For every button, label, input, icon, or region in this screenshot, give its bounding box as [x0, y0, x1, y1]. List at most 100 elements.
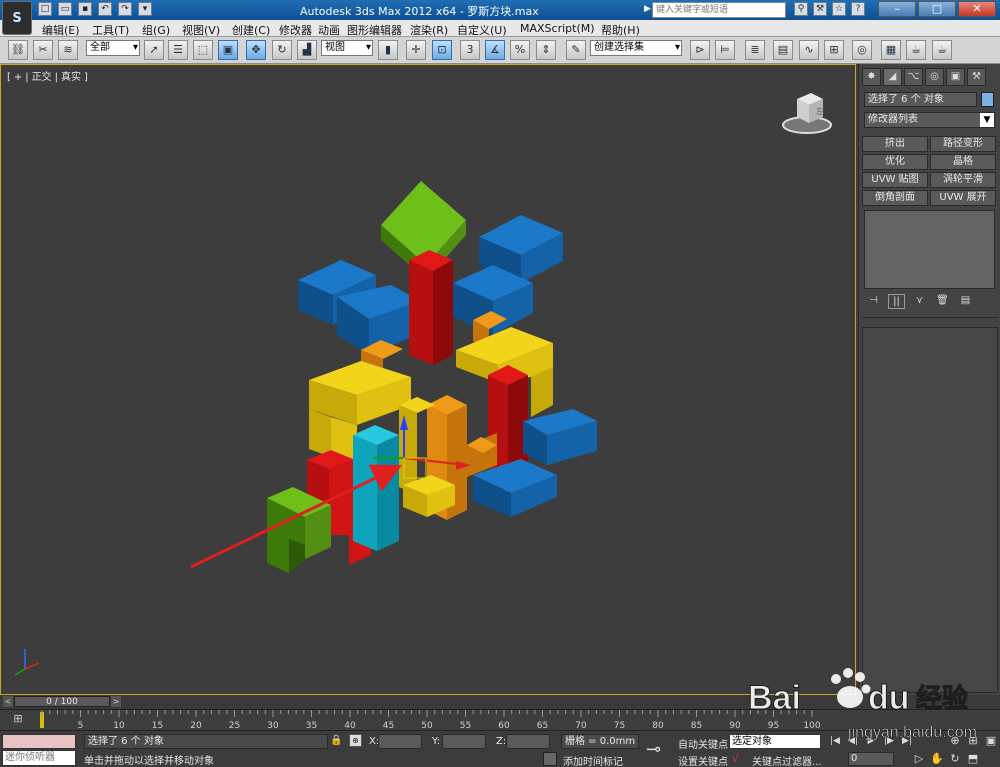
zoom-icon[interactable]: ⊕ — [948, 734, 962, 747]
track-ruler[interactable]: 5 10 15 20 25 30 35 40 45 50 55 60 65 70 75 80 85 90 95 100 — [40, 710, 820, 731]
new-file-icon[interactable]: □ — [38, 2, 52, 16]
uvw-map-button[interactable]: UVW 贴图 — [862, 172, 928, 188]
menu-animation[interactable]: 动画 — [318, 22, 340, 38]
star-icon[interactable]: ☆ — [832, 2, 846, 16]
time-next-arrow[interactable]: > — [111, 696, 121, 707]
set-key-button[interactable]: 设置关键点 — [678, 753, 728, 767]
maximize-button[interactable]: □ — [918, 1, 956, 17]
optimize-button[interactable]: 优化 — [862, 154, 928, 170]
save-file-icon[interactable]: ▪ — [78, 2, 92, 16]
make-unique-icon[interactable]: ⋎ — [911, 294, 928, 309]
menu-modifiers[interactable]: 修改器 — [279, 22, 312, 38]
window-crossing-icon[interactable]: ▣ — [218, 40, 238, 60]
menu-views[interactable]: 视图(V) — [182, 22, 220, 38]
previous-frame-icon[interactable]: ◀| — [846, 735, 860, 748]
open-file-icon[interactable]: ▭ — [58, 2, 72, 16]
current-frame-field[interactable]: 0 — [848, 752, 894, 766]
object-color-swatch[interactable] — [981, 92, 994, 107]
red-block-center[interactable] — [409, 250, 453, 365]
extrude-button[interactable]: 挤出 — [862, 136, 928, 152]
material-editor-icon[interactable]: ◎ — [852, 40, 872, 60]
snap-toggle-icon[interactable]: 3 — [460, 40, 480, 60]
unlink-icon[interactable]: ✂ — [33, 40, 53, 60]
unwrap-uvw-button[interactable]: UVW 展开 — [930, 190, 996, 206]
reference-coord-dropdown[interactable]: 视图 — [321, 40, 373, 56]
remove-modifier-icon[interactable]: 🗑 — [934, 294, 951, 309]
select-object-icon[interactable]: ➚ — [144, 40, 164, 60]
cyan-block[interactable] — [353, 425, 399, 551]
key-filter-icon[interactable]: √ — [732, 752, 739, 765]
menu-create[interactable]: 创建(C) — [232, 22, 270, 38]
track-bar[interactable]: ⊞ 5 10 15 20 25 30 35 40 45 50 55 60 65 70 75 80 85 90 95 1… — [0, 709, 1000, 731]
rect-selection-icon[interactable]: ⬚ — [193, 40, 213, 60]
close-button[interactable]: ✕ — [958, 1, 996, 17]
angle-snap-icon[interactable]: ∡ — [485, 40, 505, 60]
maxscript-listener-input[interactable]: 迷你侦听器 — [2, 750, 76, 766]
layer-manager-icon[interactable]: ≣ — [745, 40, 765, 60]
play-icon[interactable]: ▶ — [864, 735, 878, 748]
field-of-view-icon[interactable]: ▷ — [912, 752, 926, 765]
lattice-button[interactable]: 晶格 — [930, 154, 996, 170]
create-tab-icon[interactable]: ✸ — [862, 68, 881, 86]
menu-group[interactable]: 组(G) — [142, 22, 170, 38]
render-setup-icon[interactable]: ▦ — [881, 40, 901, 60]
menu-help[interactable]: 帮助(H) — [601, 22, 640, 38]
edit-named-selection-icon[interactable]: ✎ — [566, 40, 586, 60]
bind-space-warp-icon[interactable]: ≋ — [58, 40, 78, 60]
modifier-stack[interactable] — [864, 210, 995, 289]
bevel-profile-button[interactable]: 倒角剖面 — [862, 190, 928, 206]
menu-edit[interactable]: 编辑(E) — [42, 22, 80, 38]
path-deform-button[interactable]: 路径变形 — [930, 136, 996, 152]
display-tab-icon[interactable]: ▣ — [946, 68, 965, 86]
lock-selection-icon[interactable]: 🔒 — [330, 735, 342, 746]
time-slider[interactable]: < 0 / 100 > — [0, 695, 1000, 709]
maxscript-listener-output[interactable] — [2, 734, 76, 749]
graphite-ribbon-icon[interactable]: ▤ — [773, 40, 793, 60]
align-icon[interactable]: ⊨ — [715, 40, 735, 60]
select-by-name-icon[interactable]: ☰ — [168, 40, 188, 60]
search-expand-icon[interactable]: ▶ — [644, 4, 651, 14]
blue-block-upper-left[interactable] — [298, 260, 421, 355]
undo-icon[interactable]: ↶ — [98, 2, 112, 16]
viewport-label[interactable]: [+ | 正交 | 真实] — [7, 68, 91, 83]
maximize-viewport-icon[interactable]: ⬒ — [966, 752, 980, 765]
viewcube-icon[interactable]: 左 — [781, 89, 833, 135]
percent-snap-icon[interactable]: % — [510, 40, 530, 60]
scene-canvas[interactable] — [1, 65, 855, 694]
menu-customize[interactable]: 自定义(U) — [457, 22, 507, 38]
blue-block-upper-right[interactable] — [453, 215, 563, 335]
set-key-icon[interactable]: ⊸ — [646, 739, 661, 760]
schematic-view-icon[interactable]: ⊞ — [824, 40, 844, 60]
utilities-tab-icon[interactable]: ⚒ — [967, 68, 986, 86]
named-selection-dropdown[interactable]: 创建选择集 — [590, 40, 682, 56]
modify-tab-icon[interactable]: ◢ — [883, 68, 902, 86]
zoom-extents-icon[interactable]: ▣ — [984, 734, 998, 747]
go-to-start-icon[interactable]: |◀ — [828, 735, 842, 748]
motion-tab-icon[interactable]: ◎ — [925, 68, 944, 86]
turbosmooth-button[interactable]: 涡轮平滑 — [930, 172, 996, 188]
keyboard-shortcut-override-icon[interactable]: ⊡ — [432, 40, 452, 60]
tools-icon[interactable]: ⚒ — [813, 2, 827, 16]
go-to-end-icon[interactable]: ▶| — [900, 735, 914, 748]
hierarchy-tab-icon[interactable]: ⌥ — [904, 68, 923, 86]
orbit-icon[interactable]: ↻ — [948, 752, 962, 765]
menu-maxscript[interactable]: MAXScript(M) — [520, 22, 595, 35]
show-end-result-icon[interactable]: || — [888, 294, 905, 309]
next-frame-icon[interactable]: |▶ — [882, 735, 896, 748]
configure-sets-icon[interactable]: ▤ — [957, 294, 974, 309]
minimize-button[interactable]: – — [878, 1, 916, 17]
binoculars-icon[interactable]: ⚲ — [794, 2, 808, 16]
key-filters-button[interactable]: 关键点过滤器... — [752, 753, 822, 767]
menu-graph-editors[interactable]: 图形编辑器 — [347, 22, 402, 38]
z-coordinate-field[interactable] — [506, 734, 550, 749]
rendered-frame-icon[interactable]: ☕ — [906, 40, 926, 60]
selection-filter-dropdown[interactable]: 全部 — [86, 40, 140, 56]
help-search-input[interactable]: 键入关键字或短语 — [652, 2, 786, 18]
help-icon[interactable]: ? — [851, 2, 865, 16]
link-icon[interactable]: ⛓ — [8, 40, 28, 60]
add-time-tag-button[interactable]: 添加时间标记 — [563, 753, 623, 767]
object-name-field[interactable]: 选择了 6 个 对象 — [864, 92, 977, 107]
modifier-list-dropdown[interactable]: 修改器列表 ▼ — [864, 112, 995, 128]
select-manipulate-icon[interactable]: ✛ — [406, 40, 426, 60]
menu-tools[interactable]: 工具(T) — [92, 22, 129, 38]
